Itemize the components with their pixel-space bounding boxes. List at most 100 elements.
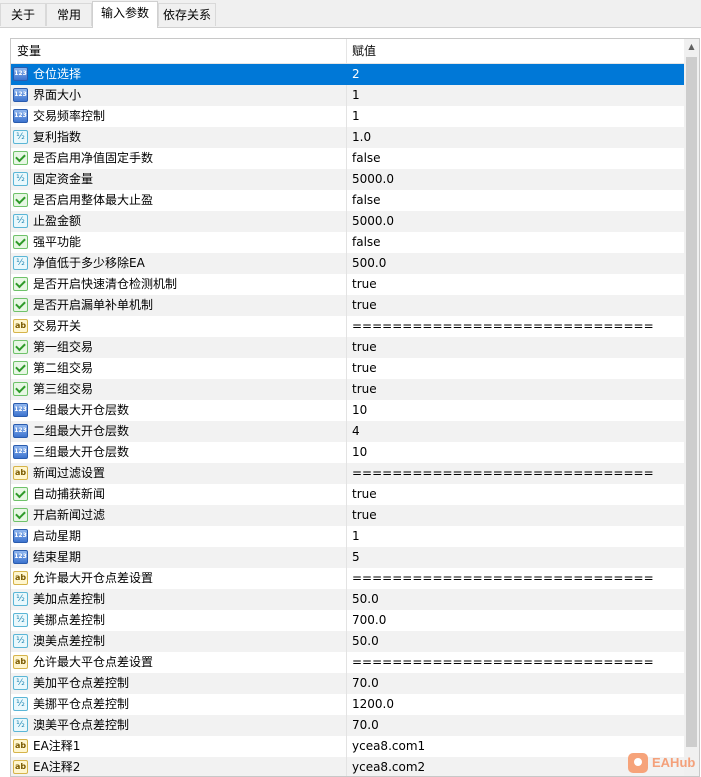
parameter-row[interactable]: 第一组交易 true bbox=[11, 337, 684, 358]
parameter-row[interactable]: 复利指数 1.0 bbox=[11, 127, 684, 148]
parameter-row[interactable]: 允许最大开仓点差设置 ============================== bbox=[11, 568, 684, 589]
parameter-row[interactable]: EA注释1ycea8.com1 bbox=[11, 736, 684, 757]
parameter-name-cell[interactable]: 澳美平仓点差控制 bbox=[11, 715, 347, 736]
parameter-row[interactable]: 是否开启快速清仓检测机制 true bbox=[11, 274, 684, 295]
parameter-row[interactable]: 交易频率控制 1 bbox=[11, 106, 684, 127]
parameter-row[interactable]: 是否启用整体最大止盈 false bbox=[11, 190, 684, 211]
parameter-name-cell[interactable]: 美挪平仓点差控制 bbox=[11, 694, 347, 715]
parameter-value[interactable]: ============================== bbox=[347, 316, 684, 337]
parameter-row[interactable]: 启动星期 1 bbox=[11, 526, 684, 547]
parameter-name-cell[interactable]: 是否启用整体最大止盈 bbox=[11, 190, 347, 211]
parameter-value[interactable]: 50.0 bbox=[347, 631, 684, 652]
parameter-name-cell[interactable]: 是否开启漏单补单机制 bbox=[11, 295, 347, 316]
parameter-value[interactable]: true bbox=[347, 274, 684, 295]
parameter-name-cell[interactable]: 交易开关 bbox=[11, 316, 347, 337]
parameter-value[interactable]: 1 bbox=[347, 106, 684, 127]
tab-inputs[interactable]: 输入参数 bbox=[92, 1, 158, 28]
parameter-value[interactable]: true bbox=[347, 337, 684, 358]
parameter-name-cell[interactable]: 美挪点差控制 bbox=[11, 610, 347, 631]
tab-dependencies[interactable]: 依存关系 bbox=[158, 3, 216, 26]
parameter-name-cell[interactable]: 净值低于多少移除EA bbox=[11, 253, 347, 274]
parameter-value[interactable]: ============================== bbox=[347, 652, 684, 673]
parameter-name-cell[interactable]: 第二组交易 bbox=[11, 358, 347, 379]
parameter-name-cell[interactable]: 允许最大平仓点差设置 bbox=[11, 652, 347, 673]
parameter-row[interactable]: 美挪点差控制 700.0 bbox=[11, 610, 684, 631]
parameter-value[interactable]: true bbox=[347, 505, 684, 526]
parameter-row[interactable]: 结束星期 5 bbox=[11, 547, 684, 568]
vertical-scrollbar[interactable]: ▲ bbox=[684, 39, 699, 776]
parameter-row[interactable]: 止盈金额 5000.0 bbox=[11, 211, 684, 232]
parameter-value[interactable]: 5000.0 bbox=[347, 211, 684, 232]
parameter-name-cell[interactable]: 仓位选择 bbox=[11, 64, 347, 85]
parameter-value[interactable]: true bbox=[347, 379, 684, 400]
parameter-name-cell[interactable]: 美加平仓点差控制 bbox=[11, 673, 347, 694]
parameter-value[interactable]: false bbox=[347, 232, 684, 253]
parameter-name-cell[interactable]: 启动星期 bbox=[11, 526, 347, 547]
parameter-row[interactable]: 净值低于多少移除EA 500.0 bbox=[11, 253, 684, 274]
scroll-up-icon[interactable]: ▲ bbox=[684, 39, 699, 55]
parameter-row[interactable]: 美加平仓点差控制 70.0 bbox=[11, 673, 684, 694]
parameter-name-cell[interactable]: 界面大小 bbox=[11, 85, 347, 106]
parameter-name-cell[interactable]: 强平功能 bbox=[11, 232, 347, 253]
parameter-row[interactable]: 是否启用净值固定手数 false bbox=[11, 148, 684, 169]
parameter-value[interactable]: true bbox=[347, 295, 684, 316]
parameter-row[interactable]: 第三组交易 true bbox=[11, 379, 684, 400]
parameter-row[interactable]: 新闻过滤设置 ============================== bbox=[11, 463, 684, 484]
parameter-name-cell[interactable]: 开启新闻过滤 bbox=[11, 505, 347, 526]
parameter-name-cell[interactable]: 允许最大开仓点差设置 bbox=[11, 568, 347, 589]
parameter-value[interactable]: 2 bbox=[347, 64, 684, 85]
parameter-name-cell[interactable]: 新闻过滤设置 bbox=[11, 463, 347, 484]
parameter-value[interactable]: 70.0 bbox=[347, 715, 684, 736]
parameter-value[interactable]: true bbox=[347, 358, 684, 379]
parameter-name-cell[interactable]: 止盈金额 bbox=[11, 211, 347, 232]
parameter-value[interactable]: 5000.0 bbox=[347, 169, 684, 190]
parameter-name-cell[interactable]: 二组最大开仓层数 bbox=[11, 421, 347, 442]
column-header-value[interactable]: 赋值 bbox=[347, 39, 684, 63]
parameter-row[interactable]: 自动捕获新闻 true bbox=[11, 484, 684, 505]
parameter-row[interactable]: 美加点差控制 50.0 bbox=[11, 589, 684, 610]
parameter-value[interactable]: 1 bbox=[347, 85, 684, 106]
parameter-row[interactable]: 强平功能 false bbox=[11, 232, 684, 253]
parameter-name-cell[interactable]: 是否开启快速清仓检测机制 bbox=[11, 274, 347, 295]
parameter-row[interactable]: 二组最大开仓层数 4 bbox=[11, 421, 684, 442]
parameter-name-cell[interactable]: 固定资金量 bbox=[11, 169, 347, 190]
parameter-row[interactable]: 澳美平仓点差控制 70.0 bbox=[11, 715, 684, 736]
parameter-row[interactable]: 允许最大平仓点差设置 ============================== bbox=[11, 652, 684, 673]
parameter-value[interactable]: 10 bbox=[347, 442, 684, 463]
parameter-value[interactable]: 5 bbox=[347, 547, 684, 568]
parameter-value[interactable]: ============================== bbox=[347, 463, 684, 484]
column-header-variable[interactable]: 变量 bbox=[11, 39, 347, 63]
parameter-name-cell[interactable]: 自动捕获新闻 bbox=[11, 484, 347, 505]
parameter-value[interactable]: false bbox=[347, 148, 684, 169]
parameter-name-cell[interactable]: EA注释2 bbox=[11, 757, 347, 776]
parameter-value[interactable]: ============================== bbox=[347, 568, 684, 589]
scroll-thumb[interactable] bbox=[686, 57, 697, 747]
parameter-row[interactable]: 开启新闻过滤 true bbox=[11, 505, 684, 526]
parameter-name-cell[interactable]: 三组最大开仓层数 bbox=[11, 442, 347, 463]
parameter-name-cell[interactable]: 美加点差控制 bbox=[11, 589, 347, 610]
parameter-row[interactable]: EA注释2ycea8.com2 bbox=[11, 757, 684, 776]
parameter-name-cell[interactable]: 交易频率控制 bbox=[11, 106, 347, 127]
parameter-value[interactable]: 70.0 bbox=[347, 673, 684, 694]
parameter-name-cell[interactable]: 澳美点差控制 bbox=[11, 631, 347, 652]
parameter-name-cell[interactable]: 是否启用净值固定手数 bbox=[11, 148, 347, 169]
parameter-value[interactable]: 4 bbox=[347, 421, 684, 442]
parameter-value[interactable]: 1.0 bbox=[347, 127, 684, 148]
tab-common[interactable]: 常用 bbox=[46, 3, 92, 26]
parameter-row[interactable]: 固定资金量 5000.0 bbox=[11, 169, 684, 190]
parameter-value[interactable]: 1200.0 bbox=[347, 694, 684, 715]
parameter-row[interactable]: 澳美点差控制 50.0 bbox=[11, 631, 684, 652]
parameter-value[interactable]: 1 bbox=[347, 526, 684, 547]
parameter-row[interactable]: 仓位选择 2 bbox=[11, 64, 684, 85]
parameter-value[interactable]: 700.0 bbox=[347, 610, 684, 631]
parameter-name-cell[interactable]: EA注释1 bbox=[11, 736, 347, 757]
parameter-row[interactable]: 第二组交易 true bbox=[11, 358, 684, 379]
parameter-row[interactable]: 一组最大开仓层数 10 bbox=[11, 400, 684, 421]
parameter-value[interactable]: 500.0 bbox=[347, 253, 684, 274]
parameter-value[interactable]: 50.0 bbox=[347, 589, 684, 610]
parameter-row[interactable]: 美挪平仓点差控制 1200.0 bbox=[11, 694, 684, 715]
parameter-name-cell[interactable]: 结束星期 bbox=[11, 547, 347, 568]
parameter-row[interactable]: 三组最大开仓层数 10 bbox=[11, 442, 684, 463]
parameter-name-cell[interactable]: 复利指数 bbox=[11, 127, 347, 148]
parameter-name-cell[interactable]: 一组最大开仓层数 bbox=[11, 400, 347, 421]
